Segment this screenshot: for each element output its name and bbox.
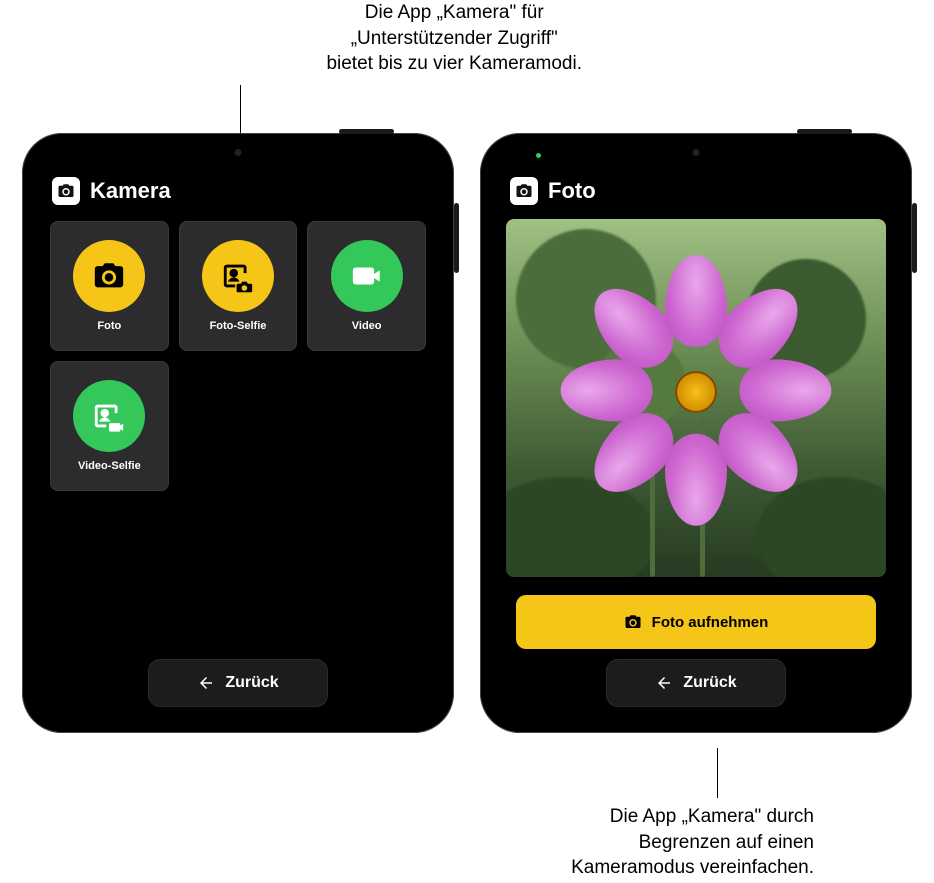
callout-bottom: Die App „Kamera" durch Begrenzen auf ein… bbox=[571, 804, 814, 881]
status-bar bbox=[48, 159, 428, 165]
camera-icon bbox=[624, 613, 642, 631]
volume-button bbox=[912, 203, 917, 273]
camera-viewfinder bbox=[506, 219, 886, 577]
foliage-icon bbox=[596, 339, 686, 429]
mode-label: Video bbox=[352, 320, 382, 332]
back-button[interactable]: Zurück bbox=[606, 659, 786, 707]
foliage-icon bbox=[506, 477, 656, 577]
camera-active-indicator-icon bbox=[536, 153, 541, 158]
back-button[interactable]: Zurück bbox=[148, 659, 328, 707]
device-pair: Kamera Foto Foto-Selfie bbox=[22, 133, 912, 733]
back-button-label: Zurück bbox=[683, 674, 736, 692]
selfie-camera-icon bbox=[202, 240, 274, 312]
mode-tile-foto[interactable]: Foto bbox=[50, 221, 169, 351]
back-button-label: Zurück bbox=[225, 674, 278, 692]
take-photo-label: Foto aufnehmen bbox=[652, 614, 769, 631]
arrow-left-icon bbox=[197, 674, 215, 692]
device-right: Foto bbox=[480, 133, 912, 733]
foliage-icon bbox=[756, 477, 886, 577]
power-button bbox=[797, 129, 852, 134]
mode-label: Video-Selfie bbox=[78, 460, 141, 472]
screen-left: Kamera Foto Foto-Selfie bbox=[34, 145, 442, 721]
bottom-bar-left: Zurück bbox=[48, 659, 428, 709]
callout-line-bottom bbox=[717, 748, 718, 798]
take-photo-button[interactable]: Foto aufnehmen bbox=[516, 595, 876, 649]
bottom-bar-right: Zurück bbox=[506, 659, 886, 709]
mode-label: Foto-Selfie bbox=[210, 320, 267, 332]
app-header-title: Foto bbox=[548, 178, 596, 204]
selfie-video-icon bbox=[73, 380, 145, 452]
mode-label: Foto bbox=[97, 320, 121, 332]
flower-bud-icon bbox=[641, 429, 663, 459]
viewfinder-scene bbox=[506, 219, 886, 577]
camera-app-icon bbox=[52, 177, 80, 205]
volume-button bbox=[454, 203, 459, 273]
power-button bbox=[339, 129, 394, 134]
screen-right: Foto bbox=[492, 145, 900, 721]
callout-top: Die App „Kamera" für „Unterstützender Zu… bbox=[326, 0, 582, 77]
camera-mode-grid: Foto Foto-Selfie Video bbox=[48, 219, 428, 493]
app-header-left: Kamera bbox=[48, 175, 428, 209]
flower-stem-icon bbox=[700, 417, 705, 577]
app-header-right: Foto bbox=[506, 175, 886, 209]
app-header-title: Kamera bbox=[90, 178, 171, 204]
device-left: Kamera Foto Foto-Selfie bbox=[22, 133, 454, 733]
flower-stem-icon bbox=[650, 457, 655, 577]
status-bar bbox=[506, 159, 886, 165]
video-icon bbox=[331, 240, 403, 312]
arrow-left-icon bbox=[655, 674, 673, 692]
camera-app-icon bbox=[510, 177, 538, 205]
foliage-icon bbox=[746, 259, 866, 379]
mode-tile-video[interactable]: Video bbox=[307, 221, 426, 351]
spacer bbox=[48, 503, 428, 649]
mode-tile-foto-selfie[interactable]: Foto-Selfie bbox=[179, 221, 298, 351]
camera-icon bbox=[73, 240, 145, 312]
mode-tile-video-selfie[interactable]: Video-Selfie bbox=[50, 361, 169, 491]
